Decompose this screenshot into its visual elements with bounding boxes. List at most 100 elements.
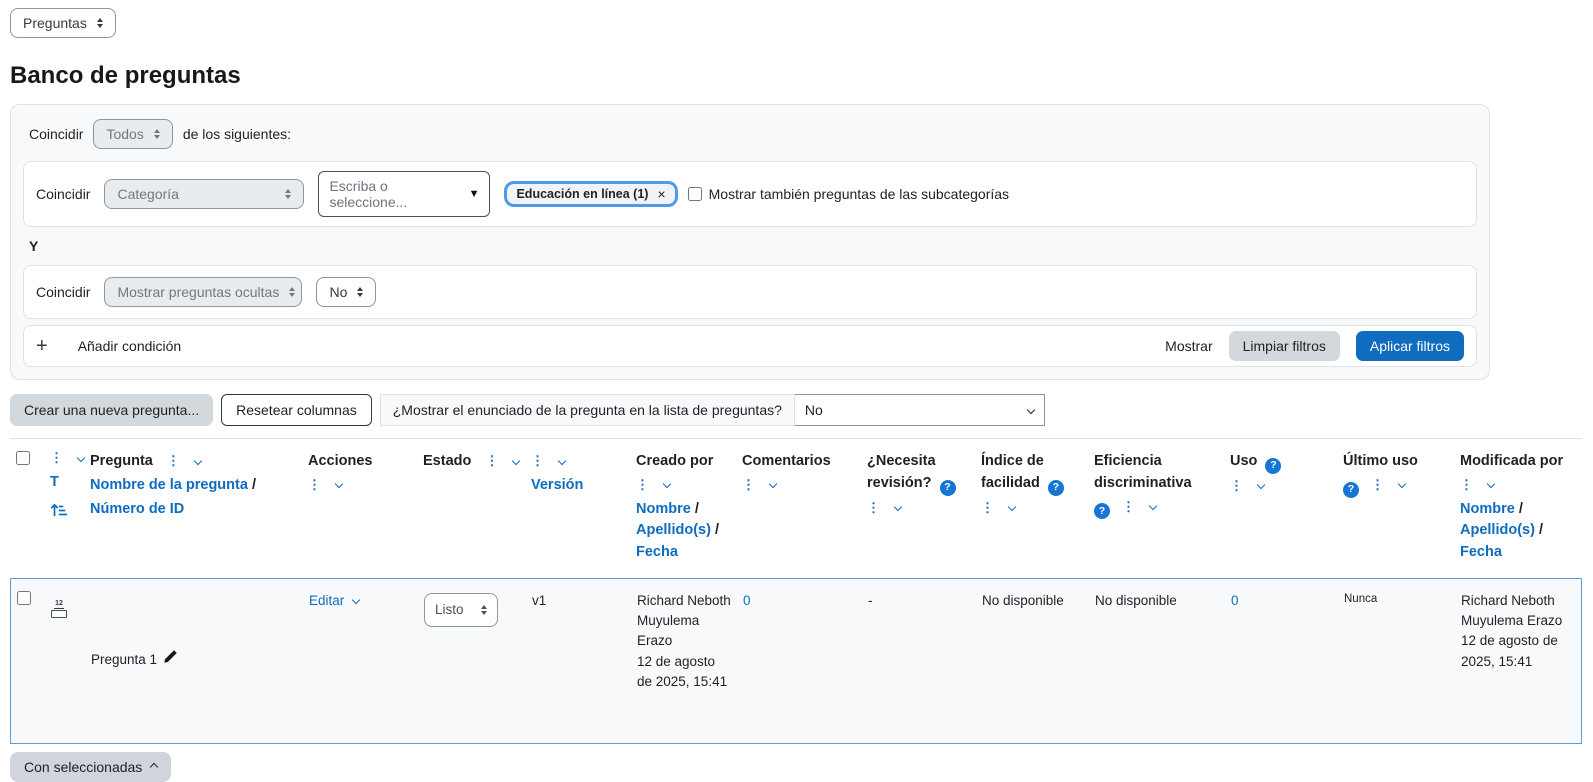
row-version-cell: v1	[532, 591, 637, 729]
sort-by-firstname-link[interactable]: Nombre	[1460, 501, 1515, 517]
modified-by-column-menu[interactable]: ⋮	[1460, 478, 1494, 491]
needs-checking-column-label: ¿Necesita revisión?	[867, 453, 936, 491]
condition-label: Coincidir	[36, 284, 90, 300]
created-by-date: 12 de agosto de 2025, 15:41	[637, 652, 731, 693]
category-combobox[interactable]: Escriba o seleccione... ▼	[318, 171, 490, 217]
sort-by-lastname-link[interactable]: Apellido(s)	[636, 522, 711, 538]
select-all-checkbox[interactable]	[16, 451, 30, 465]
match-type-select[interactable]: Todos	[93, 119, 172, 149]
hidden-questions-value-select[interactable]: No	[316, 277, 376, 307]
sort-by-idnumber-link[interactable]: Número de ID	[90, 501, 184, 517]
question-text-toggle[interactable]: T	[50, 472, 59, 494]
chevron-down-icon	[335, 480, 343, 488]
create-question-button[interactable]: Crear una nueva pregunta...	[10, 394, 213, 426]
help-icon[interactable]: ?	[1048, 480, 1064, 496]
header-select-all-cell	[10, 451, 46, 566]
kebab-menu-icon: ⋮	[167, 454, 180, 467]
question-name: Pregunta 1	[91, 650, 157, 670]
sort-by-firstname-link[interactable]: Nombre	[636, 501, 691, 517]
chevron-down-icon	[1027, 406, 1035, 414]
created-by-name: Richard Neboth Muyulema Erazo	[637, 591, 731, 652]
comments-column-menu[interactable]: ⋮	[742, 478, 776, 491]
chip-label: Educación en línea (1)	[516, 187, 648, 201]
header-actions-cell: Acciones ⋮	[308, 451, 423, 566]
context-select-value: Preguntas	[23, 15, 87, 31]
question-column-menu[interactable]: ⋮	[167, 454, 201, 467]
kebab-menu-icon: ⋮	[531, 454, 544, 467]
help-icon[interactable]: ?	[1343, 482, 1359, 498]
selected-category-chip[interactable]: Educación en línea (1) ×	[504, 181, 677, 207]
header-last-used-cell: Último uso ? ⋮	[1343, 451, 1460, 566]
sort-by-lastname-link[interactable]: Apellido(s)	[1460, 522, 1535, 538]
actions-column-menu[interactable]: ⋮	[308, 478, 342, 491]
edit-menu-link[interactable]: Editar	[309, 593, 359, 608]
clear-filters-button[interactable]: Limpiar filtros	[1229, 331, 1340, 361]
reset-columns-button[interactable]: Resetear columnas	[221, 394, 372, 426]
created-by-column-menu[interactable]: ⋮	[636, 478, 670, 491]
usage-column-label: Uso	[1230, 453, 1257, 469]
page-title: Banco de preguntas	[10, 62, 1583, 90]
version-column-menu[interactable]: ⋮	[531, 454, 565, 467]
match-suffix-label: de los siguientes:	[183, 126, 291, 142]
apply-filters-button[interactable]: Aplicar filtros	[1356, 331, 1464, 361]
actions-column-label: Acciones	[308, 451, 415, 473]
separator: /	[252, 477, 256, 493]
include-subcategories-option[interactable]: Mostrar también preguntas de las subcate…	[688, 186, 1009, 202]
sort-icon[interactable]	[50, 502, 67, 525]
add-condition-button[interactable]: + Añadir condición	[36, 335, 181, 358]
modified-by-column-label: Modificada por	[1460, 451, 1572, 473]
usage-column-menu[interactable]: ⋮	[1230, 479, 1264, 492]
last-used-column-menu[interactable]: ⋮	[1371, 478, 1405, 491]
bulk-column-menu[interactable]: ⋮	[50, 451, 84, 464]
with-selected-label: Con seleccionadas	[24, 759, 142, 775]
facility-column-menu[interactable]: ⋮	[981, 501, 1015, 514]
select-updown-icon	[357, 287, 363, 297]
usage-count-link[interactable]: 0	[1231, 593, 1239, 608]
discrimination-column-menu[interactable]: ⋮	[1122, 500, 1156, 513]
select-updown-icon	[481, 605, 487, 615]
sort-by-name-link[interactable]: Nombre de la pregunta	[90, 477, 248, 493]
row-qtype-cell: 12	[47, 591, 91, 729]
chevron-down-icon	[769, 480, 777, 488]
status-column-menu[interactable]: ⋮	[485, 454, 519, 467]
question-table-header: ⋮ T Pregunta ⋮ Nombre de la pregunta / N…	[10, 438, 1582, 578]
kebab-menu-icon: ⋮	[485, 454, 498, 467]
filter-condition-category: Coincidir Categoría Escriba o seleccione…	[23, 161, 1477, 227]
include-subcategories-label: Mostrar también preguntas de las subcate…	[709, 186, 1009, 202]
row-actions-cell: Editar	[309, 591, 424, 729]
question-bank-context-select[interactable]: Preguntas	[10, 8, 116, 38]
kebab-menu-icon: ⋮	[1371, 478, 1384, 491]
row-name-cell: Pregunta 1	[91, 591, 309, 729]
chevron-down-icon	[1487, 480, 1495, 488]
help-icon[interactable]: ?	[1094, 503, 1110, 519]
show-question-text-select[interactable]: No	[795, 394, 1045, 426]
header-status-cell: Estado ⋮	[423, 451, 531, 566]
show-question-text-group: ¿Mostrar el enunciado de la pregunta en …	[380, 394, 1045, 426]
header-question-cell: Pregunta ⋮ Nombre de la pregunta / Númer…	[90, 451, 308, 566]
condition-field-value: Categoría	[117, 186, 178, 202]
needs-checking-column-menu[interactable]: ⋮	[867, 501, 901, 514]
kebab-menu-icon: ⋮	[867, 501, 880, 514]
include-subcategories-checkbox[interactable]	[688, 187, 702, 201]
row-checkbox[interactable]	[17, 591, 31, 605]
show-label: Mostrar	[1165, 338, 1212, 354]
kebab-menu-icon: ⋮	[50, 451, 63, 464]
sort-by-date-link[interactable]: Fecha	[1460, 544, 1502, 560]
chevron-down-icon	[352, 596, 360, 604]
question-table-row: 12 Pregunta 1 Editar Listo v1 Richard Ne…	[10, 578, 1582, 744]
hidden-questions-select[interactable]: Mostrar preguntas ocultas	[104, 277, 302, 307]
kebab-menu-icon: ⋮	[981, 501, 994, 514]
numerical-question-icon: 12	[51, 600, 67, 618]
header-created-by-cell: Creado por ⋮ Nombre / Apellido(s) / Fech…	[636, 451, 742, 566]
condition-field-select[interactable]: Categoría	[104, 179, 304, 209]
sort-by-version-link[interactable]: Versión	[531, 477, 583, 493]
chip-close-icon[interactable]: ×	[657, 187, 665, 201]
sort-by-date-link[interactable]: Fecha	[636, 544, 678, 560]
help-icon[interactable]: ?	[940, 480, 956, 496]
edit-pencil-icon[interactable]	[163, 649, 178, 670]
status-select[interactable]: Listo	[424, 593, 498, 627]
comments-count-link[interactable]: 0	[743, 593, 751, 608]
help-icon[interactable]: ?	[1265, 458, 1281, 474]
kebab-menu-icon: ⋮	[308, 478, 321, 491]
with-selected-button[interactable]: Con seleccionadas	[10, 752, 171, 782]
